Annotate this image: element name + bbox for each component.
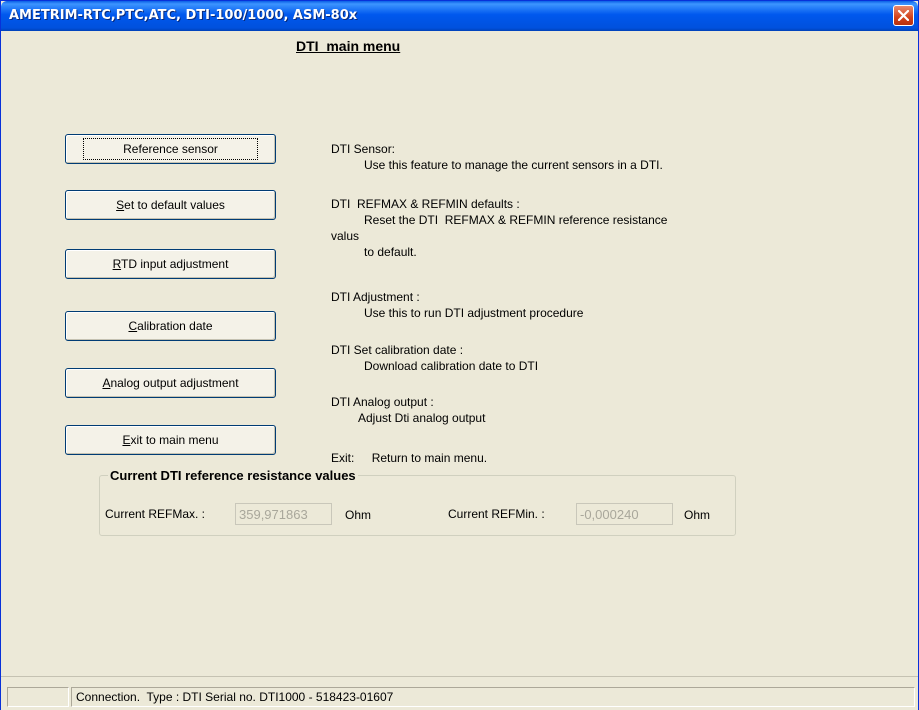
- calibration-description-text: Download calibration date to DTI: [364, 359, 539, 373]
- rtd-input-adjustment-button[interactable]: RTD input adjustment: [65, 249, 276, 279]
- rtd-input-adjustment-label: RTD input adjustment: [112, 257, 229, 271]
- status-bar: Connection. Type : DTI Serial no. DTI100…: [1, 676, 918, 710]
- close-button[interactable]: [893, 5, 914, 26]
- reference-sensor-button[interactable]: Reference sensor: [65, 134, 276, 164]
- defaults-description: DTI REFMAX & REFMIN defaults : Reset the…: [331, 196, 667, 260]
- title-bar[interactable]: AMETRIM-RTC,PTC,ATC, DTI-100/1000, ASM-8…: [1, 1, 918, 31]
- sensor-description-title: DTI Sensor:: [331, 142, 396, 156]
- refmax-field[interactable]: [235, 503, 332, 525]
- adjustment-description-title: DTI Adjustment :: [331, 290, 420, 304]
- calibration-description-title: DTI Set calibration date :: [331, 343, 464, 357]
- analog-description-text: Adjust Dti analog output: [358, 411, 486, 425]
- defaults-description-text1: Reset the DTI REFMAX & REFMIN reference …: [364, 213, 668, 227]
- refmin-field[interactable]: [576, 503, 673, 525]
- analog-description-title: DTI Analog output :: [331, 395, 434, 409]
- window-title: AMETRIM-RTC,PTC,ATC, DTI-100/1000, ASM-8…: [9, 8, 358, 23]
- connection-status: Connection. Type : DTI Serial no. DTI100…: [71, 687, 915, 707]
- refmin-label: Current REFMin. :: [448, 507, 545, 521]
- page-title: DTI main menu: [296, 38, 401, 54]
- reference-sensor-label: Reference sensor: [83, 138, 258, 160]
- defaults-description-title: DTI REFMAX & REFMIN defaults :: [331, 197, 520, 211]
- status-pane-empty: [7, 687, 69, 707]
- main-window: AMETRIM-RTC,PTC,ATC, DTI-100/1000, ASM-8…: [0, 0, 919, 710]
- close-icon: [898, 10, 909, 21]
- calibration-description: DTI Set calibration date : Download cali…: [331, 342, 538, 374]
- analog-description: DTI Analog output : Adjust Dti analog ou…: [331, 394, 485, 426]
- calibration-date-button[interactable]: Calibration date: [65, 311, 276, 341]
- exit-to-main-menu-button[interactable]: Exit to main menu: [65, 425, 276, 455]
- exit-description-text: Return to main menu.: [371, 451, 488, 465]
- reference-resistance-group: Current DTI reference resistance values: [99, 468, 736, 536]
- exit-description: Exit: Return to main menu.: [331, 450, 487, 466]
- analog-output-adjustment-button[interactable]: Analog output adjustment: [65, 368, 276, 398]
- calibration-date-label: Calibration date: [128, 319, 213, 333]
- set-default-values-label: Set to default values: [116, 198, 225, 212]
- defaults-description-text3: to default.: [364, 245, 417, 259]
- defaults-description-text2: valus: [331, 229, 360, 243]
- sensor-description-text: Use this feature to manage the current s…: [364, 158, 663, 172]
- exit-to-main-menu-label: Exit to main menu: [122, 433, 219, 447]
- refmax-label: Current REFMax. :: [105, 507, 206, 521]
- refmin-unit: Ohm: [684, 508, 711, 522]
- set-default-values-button[interactable]: Set to default values: [65, 190, 276, 220]
- exit-description-title: Exit:: [331, 451, 355, 465]
- refmax-unit: Ohm: [345, 508, 372, 522]
- adjustment-description: DTI Adjustment : Use this to run DTI adj…: [331, 289, 583, 321]
- analog-output-adjustment-label: Analog output adjustment: [102, 376, 239, 390]
- adjustment-description-text: Use this to run DTI adjustment procedure: [364, 306, 584, 320]
- reference-resistance-group-title: Current DTI reference resistance values: [110, 468, 356, 483]
- sensor-description: DTI Sensor: Use this feature to manage t…: [331, 141, 663, 173]
